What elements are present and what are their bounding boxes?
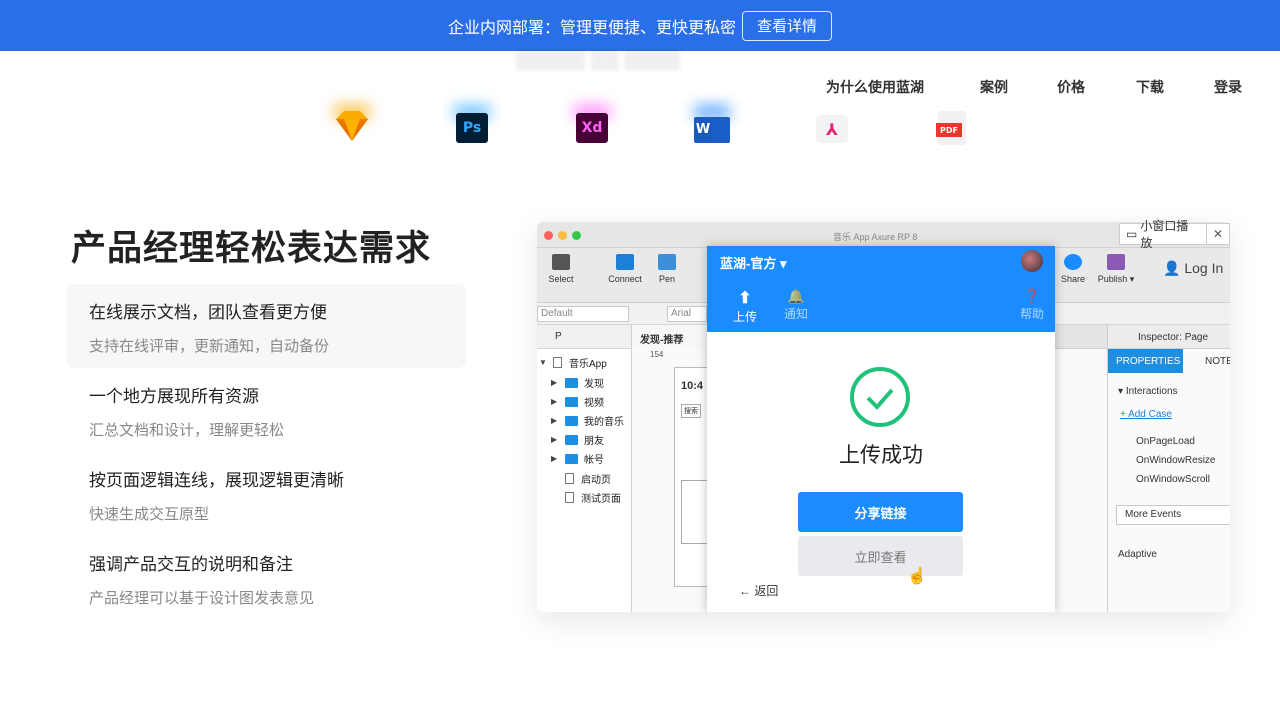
tree-item: 测试页面 [551, 490, 621, 505]
user-icon: 👤 [1163, 260, 1181, 276]
pages-header: P [537, 325, 631, 349]
mini-player-button[interactable]: ▭ 小窗口播放 [1120, 219, 1208, 250]
upload-tab: ⬆ 上传 [725, 288, 765, 325]
tree-item: ▼ 音乐App [539, 357, 607, 370]
canvas-tab: 发现-推荐 [632, 325, 707, 349]
notify-tab: 🔔 通知 [776, 288, 816, 322]
project-title: 蓝湖-官方 ▾ [720, 256, 787, 271]
nav-item-why[interactable]: 为什么使用蓝湖 [826, 77, 924, 97]
notes-tab: NOTES [1205, 356, 1230, 367]
product-demo-screenshot: 音乐 App Axure RP 8 Select Connect Pen Sha… [537, 222, 1230, 612]
back-link: ← 返回 [739, 584, 779, 598]
share-tool: Share [1053, 254, 1093, 284]
event-item: OnPageLoad [1136, 436, 1195, 447]
avatar [1021, 250, 1043, 272]
feature-subtitle: 汇总文档和设计，理解更轻松 [89, 421, 285, 439]
photoshop-icon: Ps [452, 105, 492, 145]
feature-item-2[interactable]: 一个地方展现所有资源 汇总文档和设计，理解更轻松 [66, 368, 466, 452]
pen-tool: Pen [647, 254, 687, 284]
upload-arrow-icon: ⬆ [738, 290, 752, 307]
adaptive-label: Adaptive [1118, 549, 1157, 560]
sketch-icon [332, 105, 372, 145]
feature-title: 强调产品交互的说明和备注 [89, 555, 293, 575]
publish-tool: Publish ▾ [1094, 254, 1138, 285]
nav-item-login[interactable]: 登录 [1214, 77, 1242, 97]
nav-item-pricing[interactable]: 价格 [1057, 77, 1085, 97]
upload-success-text: 上传成功 [839, 444, 923, 467]
inspector-title: Inspector: Page [1108, 325, 1230, 349]
tree-item: ▶ 朋友 [551, 434, 604, 447]
page-icon [553, 357, 562, 368]
feature-item-4[interactable]: 强调产品交互的说明和备注 产品经理可以基于设计图发表意见 [66, 536, 466, 620]
pointer-cursor-icon: ☝ [907, 568, 927, 585]
pdf-icon: PDF [932, 105, 972, 145]
share-link-button: 分享链接 [798, 492, 963, 532]
tree-item: ▶ 视频 [551, 396, 604, 409]
ruler-value: 154 [650, 350, 664, 359]
folder-icon [565, 415, 578, 426]
banner-text: 企业内网部署：管理更便捷、更快更私密 [447, 17, 736, 37]
tree-item: ▶ 发现 [551, 377, 604, 390]
tree-item: ▶ 帐号 [551, 453, 604, 466]
inspector-panel: Inspector: Page PROPERTIES NOTES ▾ Inter… [1107, 325, 1230, 612]
feature-title: 按页面逻辑连线，展现逻辑更清晰 [89, 471, 344, 491]
feature-subtitle: 支持在线评审，更新通知，自动备份 [89, 337, 330, 355]
adobe-xd-icon: Xd [572, 105, 612, 145]
mobile-upload-overlay: 蓝湖-官方 ▾ ⬆ 上传 🔔 通知 ❓ 帮助 上传成功 分享链接 立即查看 ☝ ← 返… [707, 246, 1055, 612]
feature-item-1[interactable]: 在线展示文档，团队查看更方便 支持在线评审，更新通知，自动备份 [66, 284, 466, 368]
hero-headline: 产品经理轻松表达需求 [71, 229, 432, 269]
minimize-window-icon [558, 231, 567, 240]
properties-tab: PROPERTIES [1108, 349, 1183, 373]
more-events-select: More Events [1116, 505, 1230, 525]
event-item: OnWindowResize [1136, 455, 1216, 466]
feature-subtitle: 产品经理可以基于设计图发表意见 [89, 589, 315, 607]
tree-item: ▶ 我的音乐 [551, 415, 624, 428]
feature-item-3[interactable]: 按页面逻辑连线，展现逻辑更清晰 快速生成交互原型 [66, 452, 466, 536]
tree-item: 启动页 [551, 471, 611, 486]
close-window-icon [544, 231, 553, 240]
word-icon: W [692, 105, 732, 145]
add-case-link: + Add Case [1120, 409, 1172, 420]
window-title: 音乐 App Axure RP 8 [833, 232, 918, 242]
help-tab: ❓ 帮助 [1012, 288, 1052, 322]
nav-item-download[interactable]: 下载 [1136, 77, 1164, 97]
phone-header: 蓝湖-官方 ▾ ⬆ 上传 🔔 通知 ❓ 帮助 [707, 246, 1055, 332]
help-icon: ❓ [1023, 288, 1041, 304]
folder-icon [565, 396, 578, 407]
window-icon: ▭ [1126, 227, 1138, 241]
select-tool: Select [541, 254, 581, 284]
page-icon [565, 492, 574, 503]
folder-icon [565, 453, 578, 464]
interactions-label: ▾ Interactions [1118, 386, 1178, 397]
nav-item-cases[interactable]: 案例 [980, 77, 1008, 97]
axure-icon: ⅄ [812, 105, 852, 145]
event-item: OnWindowScroll [1136, 474, 1210, 485]
style-select: Default [537, 306, 629, 322]
feature-subtitle: 快速生成交互原型 [89, 505, 210, 523]
log-in-label: 👤 Log In [1163, 260, 1224, 276]
announcement-banner: 企业内网部署：管理更便捷、更快更私密 查看详情 [0, 0, 1280, 51]
bell-icon: 🔔 [787, 288, 805, 304]
pages-panel: P ▼ 音乐App ▶ 发现 ▶ 视频 ▶ 我的音乐 ▶ 朋友 ▶ 帐号 启动页 测试页面 [537, 325, 632, 612]
folder-icon [565, 434, 578, 445]
connect-tool: Connect [605, 254, 645, 284]
faded-background-text: █████ ██ ████ [516, 50, 680, 71]
font-select: Arial [667, 306, 707, 322]
maximize-window-icon [572, 231, 581, 240]
view-now-button: 立即查看 [798, 536, 963, 576]
close-icon[interactable]: ✕ [1207, 227, 1229, 241]
mini-player-bar[interactable]: ▭ 小窗口播放 ✕ [1119, 219, 1230, 250]
success-check-icon [850, 367, 910, 427]
folder-icon [565, 377, 578, 388]
feature-title: 一个地方展现所有资源 [89, 387, 259, 407]
page-icon [565, 473, 574, 484]
view-details-button[interactable]: 查看详情 [742, 10, 833, 41]
feature-title: 在线展示文档，团队查看更方便 [89, 303, 327, 323]
